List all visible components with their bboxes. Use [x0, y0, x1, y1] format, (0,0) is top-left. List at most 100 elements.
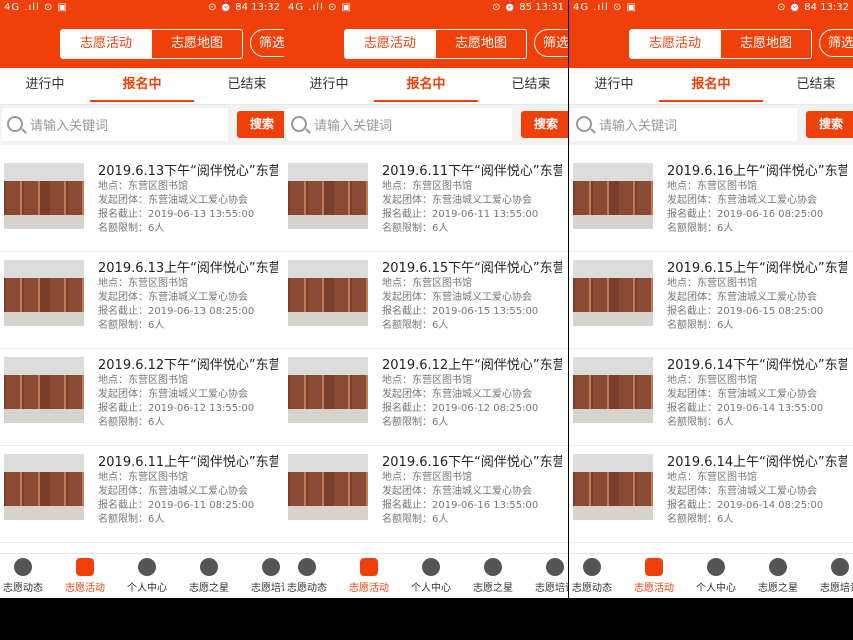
activity-organizer: 发起团体：东营油城义工爱心协会	[667, 389, 817, 400]
tab-ongoing[interactable]: 进行中	[284, 68, 374, 104]
search-box	[286, 108, 512, 141]
nav-volunteer-star[interactable]: 志愿之星	[462, 554, 524, 598]
nav-volunteer-training[interactable]: 志愿培训	[524, 554, 568, 598]
activity-list: 2019.6.16上午“阅伴悦心”东营 地点：东营区图书馆 发起团体：东营油城义…	[569, 147, 853, 551]
segment-volunteer-activity[interactable]: 志愿活动	[345, 30, 435, 58]
activity-item[interactable]: 2019.6.13上午“阅伴悦心”东营 地点：东营区图书馆 发起团体：东营油城义…	[0, 252, 284, 349]
activity-item[interactable]: 2019.6.15下午“阅伴悦心”东营 地点：东营区图书馆 发起团体：东营油城义…	[284, 252, 568, 349]
activity-title: 2019.6.12上午“阅伴悦心”东营	[382, 358, 562, 373]
news-icon	[14, 558, 32, 576]
search-input[interactable]	[28, 114, 222, 138]
tab-registering[interactable]: 报名中	[90, 68, 194, 104]
activity-organizer: 发起团体：东营油城义工爱心协会	[98, 486, 248, 497]
search-button[interactable]: 搜索	[237, 111, 284, 138]
activity-location: 地点：东营区图书馆	[382, 472, 472, 483]
tab-ended[interactable]: 已结束	[202, 68, 284, 104]
activity-item[interactable]: 2019.6.13下午“阅伴悦心”东营 地点：东营区图书馆 发起团体：东营油城义…	[0, 155, 284, 252]
activity-item[interactable]: 2019.6.14下午“阅伴悦心”东营 地点：东营区图书馆 发起团体：东营油城义…	[569, 349, 853, 446]
nav-volunteer-star[interactable]: 志愿之星	[178, 554, 240, 598]
filter-button[interactable]: 筛选	[534, 29, 568, 57]
nav-volunteer-training[interactable]: 志愿培训	[809, 554, 853, 598]
activity-item[interactable]: 2019.6.12上午“阅伴悦心”东营 地点：东营区图书馆 发起团体：东营油城义…	[284, 349, 568, 446]
activity-item[interactable]: 2019.6.15上午“阅伴悦心”东营 地点：东营区图书馆 发起团体：东营油城义…	[569, 252, 853, 349]
activity-icon	[76, 558, 94, 576]
activity-thumbnail	[4, 260, 84, 326]
nav-volunteer-news[interactable]: 志愿动态	[284, 554, 338, 598]
status-clock: ⊙ ⏰ 84 13:32	[208, 2, 280, 13]
filter-button[interactable]: 筛选	[250, 29, 284, 57]
nav-volunteer-news[interactable]: 志愿动态	[0, 554, 54, 598]
phone-screen-2: 4G .ıll ⊙ ▣ ⊙ ⏰ 85 13:31 志愿活动 志愿地图 筛选 进行…	[284, 0, 568, 598]
nav-volunteer-activity[interactable]: 志愿活动	[623, 554, 685, 598]
tab-registering[interactable]: 报名中	[659, 68, 763, 104]
segment-volunteer-map[interactable]: 志愿地图	[435, 30, 526, 58]
activity-deadline: 报名截止：2019-06-14 13:55:00	[667, 403, 824, 414]
segment-volunteer-map[interactable]: 志愿地图	[720, 30, 811, 58]
activity-title: 2019.6.11下午“阅伴悦心”东营	[382, 164, 562, 179]
search-button[interactable]: 搜索	[521, 111, 568, 138]
activity-item[interactable]: 2019.6.11上午“阅伴悦心”东营 地点：东营区图书馆 发起团体：东营油城义…	[0, 446, 284, 543]
activity-title: 2019.6.16下午“阅伴悦心”东营	[382, 455, 562, 470]
activity-thumbnail	[288, 260, 368, 326]
activity-icon	[360, 558, 378, 576]
tab-ended[interactable]: 已结束	[486, 68, 568, 104]
nav-volunteer-training[interactable]: 志愿培训	[240, 554, 284, 598]
nav-volunteer-activity[interactable]: 志愿活动	[54, 554, 116, 598]
activity-organizer: 发起团体：东营油城义工爱心协会	[382, 486, 532, 497]
phone-screen-3: 4G .ıll ⊙ ▣ ⊙ ⏰ 84 13:32 志愿活动 志愿地图 筛选 进行…	[569, 0, 853, 598]
segment-volunteer-activity[interactable]: 志愿活动	[630, 30, 720, 58]
activity-title: 2019.6.13下午“阅伴悦心”东营	[98, 164, 278, 179]
nav-volunteer-activity[interactable]: 志愿活动	[338, 554, 400, 598]
status-clock: ⊙ ⏰ 85 13:31	[492, 2, 564, 13]
nav-personal-center[interactable]: 个人中心	[116, 554, 178, 598]
nav-volunteer-news[interactable]: 志愿动态	[569, 554, 623, 598]
activity-organizer: 发起团体：东营油城义工爱心协会	[98, 292, 248, 303]
filter-button[interactable]: 筛选	[819, 29, 853, 57]
search-input[interactable]	[312, 114, 506, 138]
activity-location: 地点：东营区图书馆	[98, 181, 188, 192]
search-bar: 搜索	[0, 105, 284, 145]
segment-volunteer-activity[interactable]: 志愿活动	[61, 30, 151, 58]
segment-volunteer-map[interactable]: 志愿地图	[151, 30, 242, 58]
tab-ongoing[interactable]: 进行中	[569, 68, 659, 104]
nav-personal-center[interactable]: 个人中心	[685, 554, 747, 598]
training-icon	[546, 558, 564, 576]
activity-organizer: 发起团体：东营油城义工爱心协会	[382, 195, 532, 206]
search-icon	[576, 116, 592, 132]
segment-control: 志愿活动 志愿地图	[60, 29, 243, 59]
bottom-nav: 志愿动态志愿活动个人中心志愿之星志愿培训	[569, 553, 853, 598]
activity-location: 地点：东营区图书馆	[667, 472, 757, 483]
tab-ongoing[interactable]: 进行中	[0, 68, 90, 104]
star-icon	[769, 558, 787, 576]
activity-deadline: 报名截止：2019-06-15 08:25:00	[667, 306, 824, 317]
activity-thumbnail	[288, 163, 368, 229]
activity-item[interactable]: 2019.6.16下午“阅伴悦心”东营 地点：东营区图书馆 发起团体：东营油城义…	[284, 446, 568, 543]
activity-thumbnail	[4, 163, 84, 229]
nav-volunteer-star[interactable]: 志愿之星	[747, 554, 809, 598]
activity-item[interactable]: 2019.6.16上午“阅伴悦心”东营 地点：东营区图书馆 发起团体：东营油城义…	[569, 155, 853, 252]
segment-control: 志愿活动 志愿地图	[344, 29, 527, 59]
activity-item[interactable]: 2019.6.11下午“阅伴悦心”东营 地点：东营区图书馆 发起团体：东营油城义…	[284, 155, 568, 252]
activity-location: 地点：东营区图书馆	[382, 181, 472, 192]
nav-label: 志愿培训	[251, 583, 284, 594]
nav-label: 志愿培训	[535, 583, 568, 594]
search-icon	[7, 116, 23, 132]
tab-registering[interactable]: 报名中	[374, 68, 478, 104]
activity-location: 地点：东营区图书馆	[98, 472, 188, 483]
nav-personal-center[interactable]: 个人中心	[400, 554, 462, 598]
activity-item[interactable]: 2019.6.12下午“阅伴悦心”东营 地点：东营区图书馆 发起团体：东营油城义…	[0, 349, 284, 446]
training-icon	[831, 558, 849, 576]
activity-list: 2019.6.11下午“阅伴悦心”东营 地点：东营区图书馆 发起团体：东营油城义…	[284, 147, 568, 551]
search-input[interactable]	[597, 114, 791, 138]
activity-organizer: 发起团体：东营油城义工爱心协会	[667, 195, 817, 206]
search-button[interactable]: 搜索	[806, 111, 853, 138]
nav-label: 志愿培训	[820, 583, 853, 594]
status-bar: 4G .ıll ⊙ ▣ ⊙ ⏰ 85 13:31	[284, 0, 568, 16]
profile-icon	[707, 558, 725, 576]
tab-ended[interactable]: 已结束	[771, 68, 853, 104]
activity-location: 地点：东营区图书馆	[98, 278, 188, 289]
status-tabs: 进行中 报名中 已结束	[284, 68, 568, 105]
activity-title: 2019.6.14下午“阅伴悦心”东营	[667, 358, 847, 373]
activity-title: 2019.6.11上午“阅伴悦心”东营	[98, 455, 278, 470]
activity-item[interactable]: 2019.6.14上午“阅伴悦心”东营 地点：东营区图书馆 发起团体：东营油城义…	[569, 446, 853, 543]
